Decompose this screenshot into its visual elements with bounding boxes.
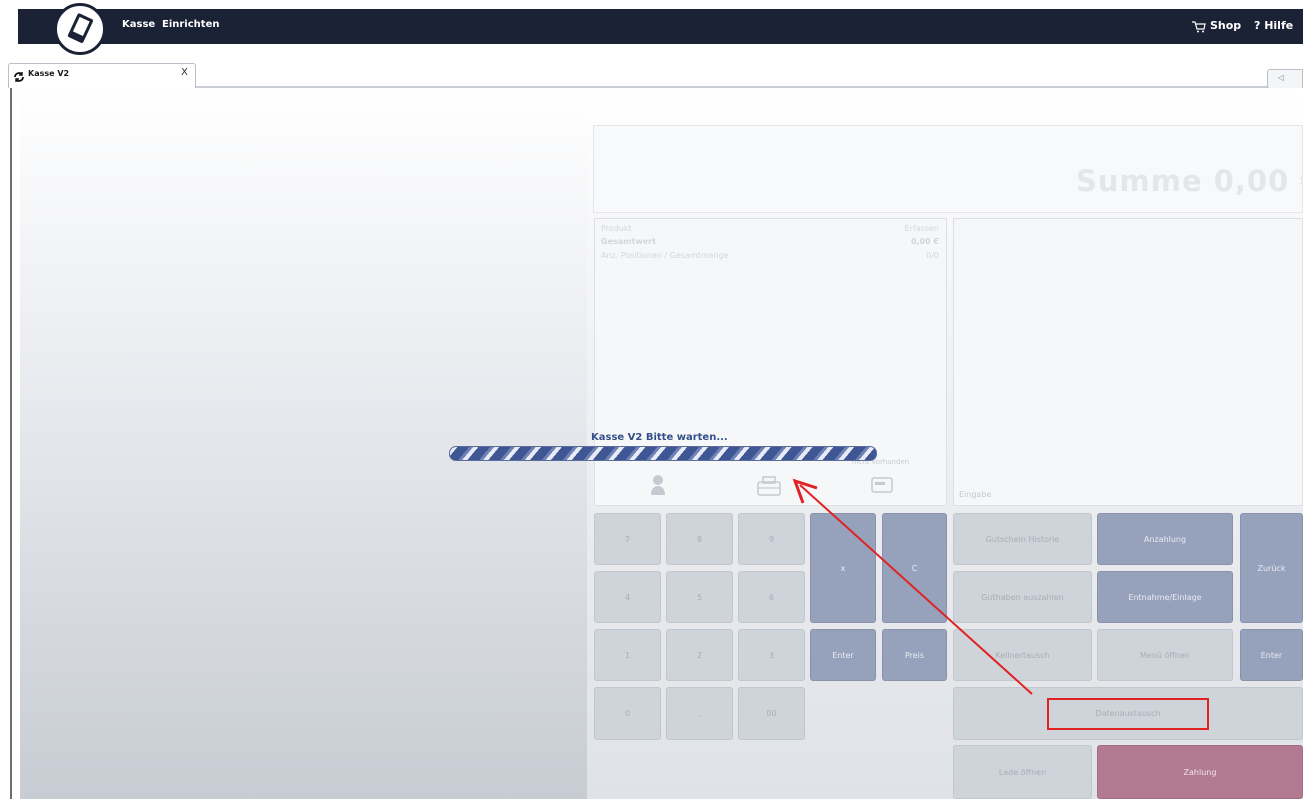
gutschein-historie-button[interactable]: Gutschein Historie	[953, 513, 1092, 565]
gesamtwert-value: 0,00 €	[910, 237, 939, 246]
key-00[interactable]: 00	[738, 687, 805, 740]
produkt-value: Erfassen	[904, 224, 939, 233]
zahlung-button[interactable]: Zahlung	[1097, 745, 1303, 799]
input-box[interactable]	[953, 218, 1303, 506]
key-enter[interactable]: Enter	[810, 629, 876, 681]
tab-title: Kasse V2	[28, 69, 70, 78]
entnahme-einlage-button[interactable]: Entnahme/Einlage	[1097, 571, 1233, 623]
chevron-left-icon: ◁	[1278, 73, 1285, 82]
close-icon[interactable]: X	[181, 67, 188, 78]
card-reader-icon[interactable]	[871, 476, 895, 498]
guthaben-auszahlen-button[interactable]: Guthaben auszahlen	[953, 571, 1092, 623]
key-multiply[interactable]: x	[810, 513, 876, 623]
lade-oeffnen-button[interactable]: Lade öffnen	[953, 745, 1092, 799]
menue-oeffnen-button[interactable]: Menü öffnen	[1097, 629, 1233, 681]
annotation-highlight	[1047, 698, 1209, 730]
key-5[interactable]: 5	[666, 571, 733, 623]
kellnertausch-button[interactable]: Kellnertausch	[953, 629, 1092, 681]
left-panel	[20, 88, 587, 799]
zurueck-button[interactable]: Zurück	[1240, 513, 1303, 623]
top-nav-bar: Kasse Einrichten Shop ? Hilfe	[18, 9, 1303, 44]
key-preis[interactable]: Preis	[882, 629, 947, 681]
eingabe-label: Eingabe	[959, 490, 992, 499]
tab-kasse-v2[interactable]: Kasse V2 X	[8, 63, 196, 88]
key-1[interactable]: 1	[594, 629, 661, 681]
nav-hilfe[interactable]: ? Hilfe	[1254, 19, 1293, 32]
anzahlung-button[interactable]: Anzahlung	[1097, 513, 1233, 565]
key-clear[interactable]: C	[882, 513, 947, 623]
nav-einrichten[interactable]: Einrichten	[162, 19, 219, 30]
enter-button-secondary[interactable]: Enter	[1240, 629, 1303, 681]
nav-shop[interactable]: Shop	[1210, 19, 1241, 32]
key-4[interactable]: 4	[594, 571, 661, 623]
key-comma[interactable]: ,	[666, 687, 733, 740]
cash-register-icon[interactable]	[757, 476, 781, 500]
app-logo[interactable]	[54, 3, 106, 55]
cart-icon[interactable]	[1192, 18, 1206, 37]
positionen-label: Anz. Positionen / Gesamtmenge	[601, 251, 729, 260]
loading-progress-bar	[449, 446, 877, 461]
key-0[interactable]: 0	[594, 687, 661, 740]
key-9[interactable]: 9	[738, 513, 805, 565]
refresh-icon[interactable]	[13, 68, 25, 87]
key-2[interactable]: 2	[666, 629, 733, 681]
person-icon[interactable]	[650, 474, 666, 500]
tab-strip: Kasse V2 X	[8, 63, 1303, 88]
key-7[interactable]: 7	[594, 513, 661, 565]
loading-title: Kasse V2 Bitte warten...	[591, 432, 728, 443]
positionen-value: 0/0	[926, 251, 939, 260]
produkt-label: Produkt	[601, 224, 632, 233]
nav-kasse[interactable]: Kasse	[122, 19, 155, 30]
sum-total: Summe 0,00 €	[1076, 164, 1303, 198]
gesamtwert-label: Gesamtwert	[601, 237, 656, 246]
key-8[interactable]: 8	[666, 513, 733, 565]
tab-scroll-button[interactable]: ◁	[1267, 69, 1303, 89]
key-3[interactable]: 3	[738, 629, 805, 681]
app-window: Kasse Einrichten Shop ? Hilfe Kasse V2 X…	[0, 0, 1303, 799]
key-6[interactable]: 6	[738, 571, 805, 623]
